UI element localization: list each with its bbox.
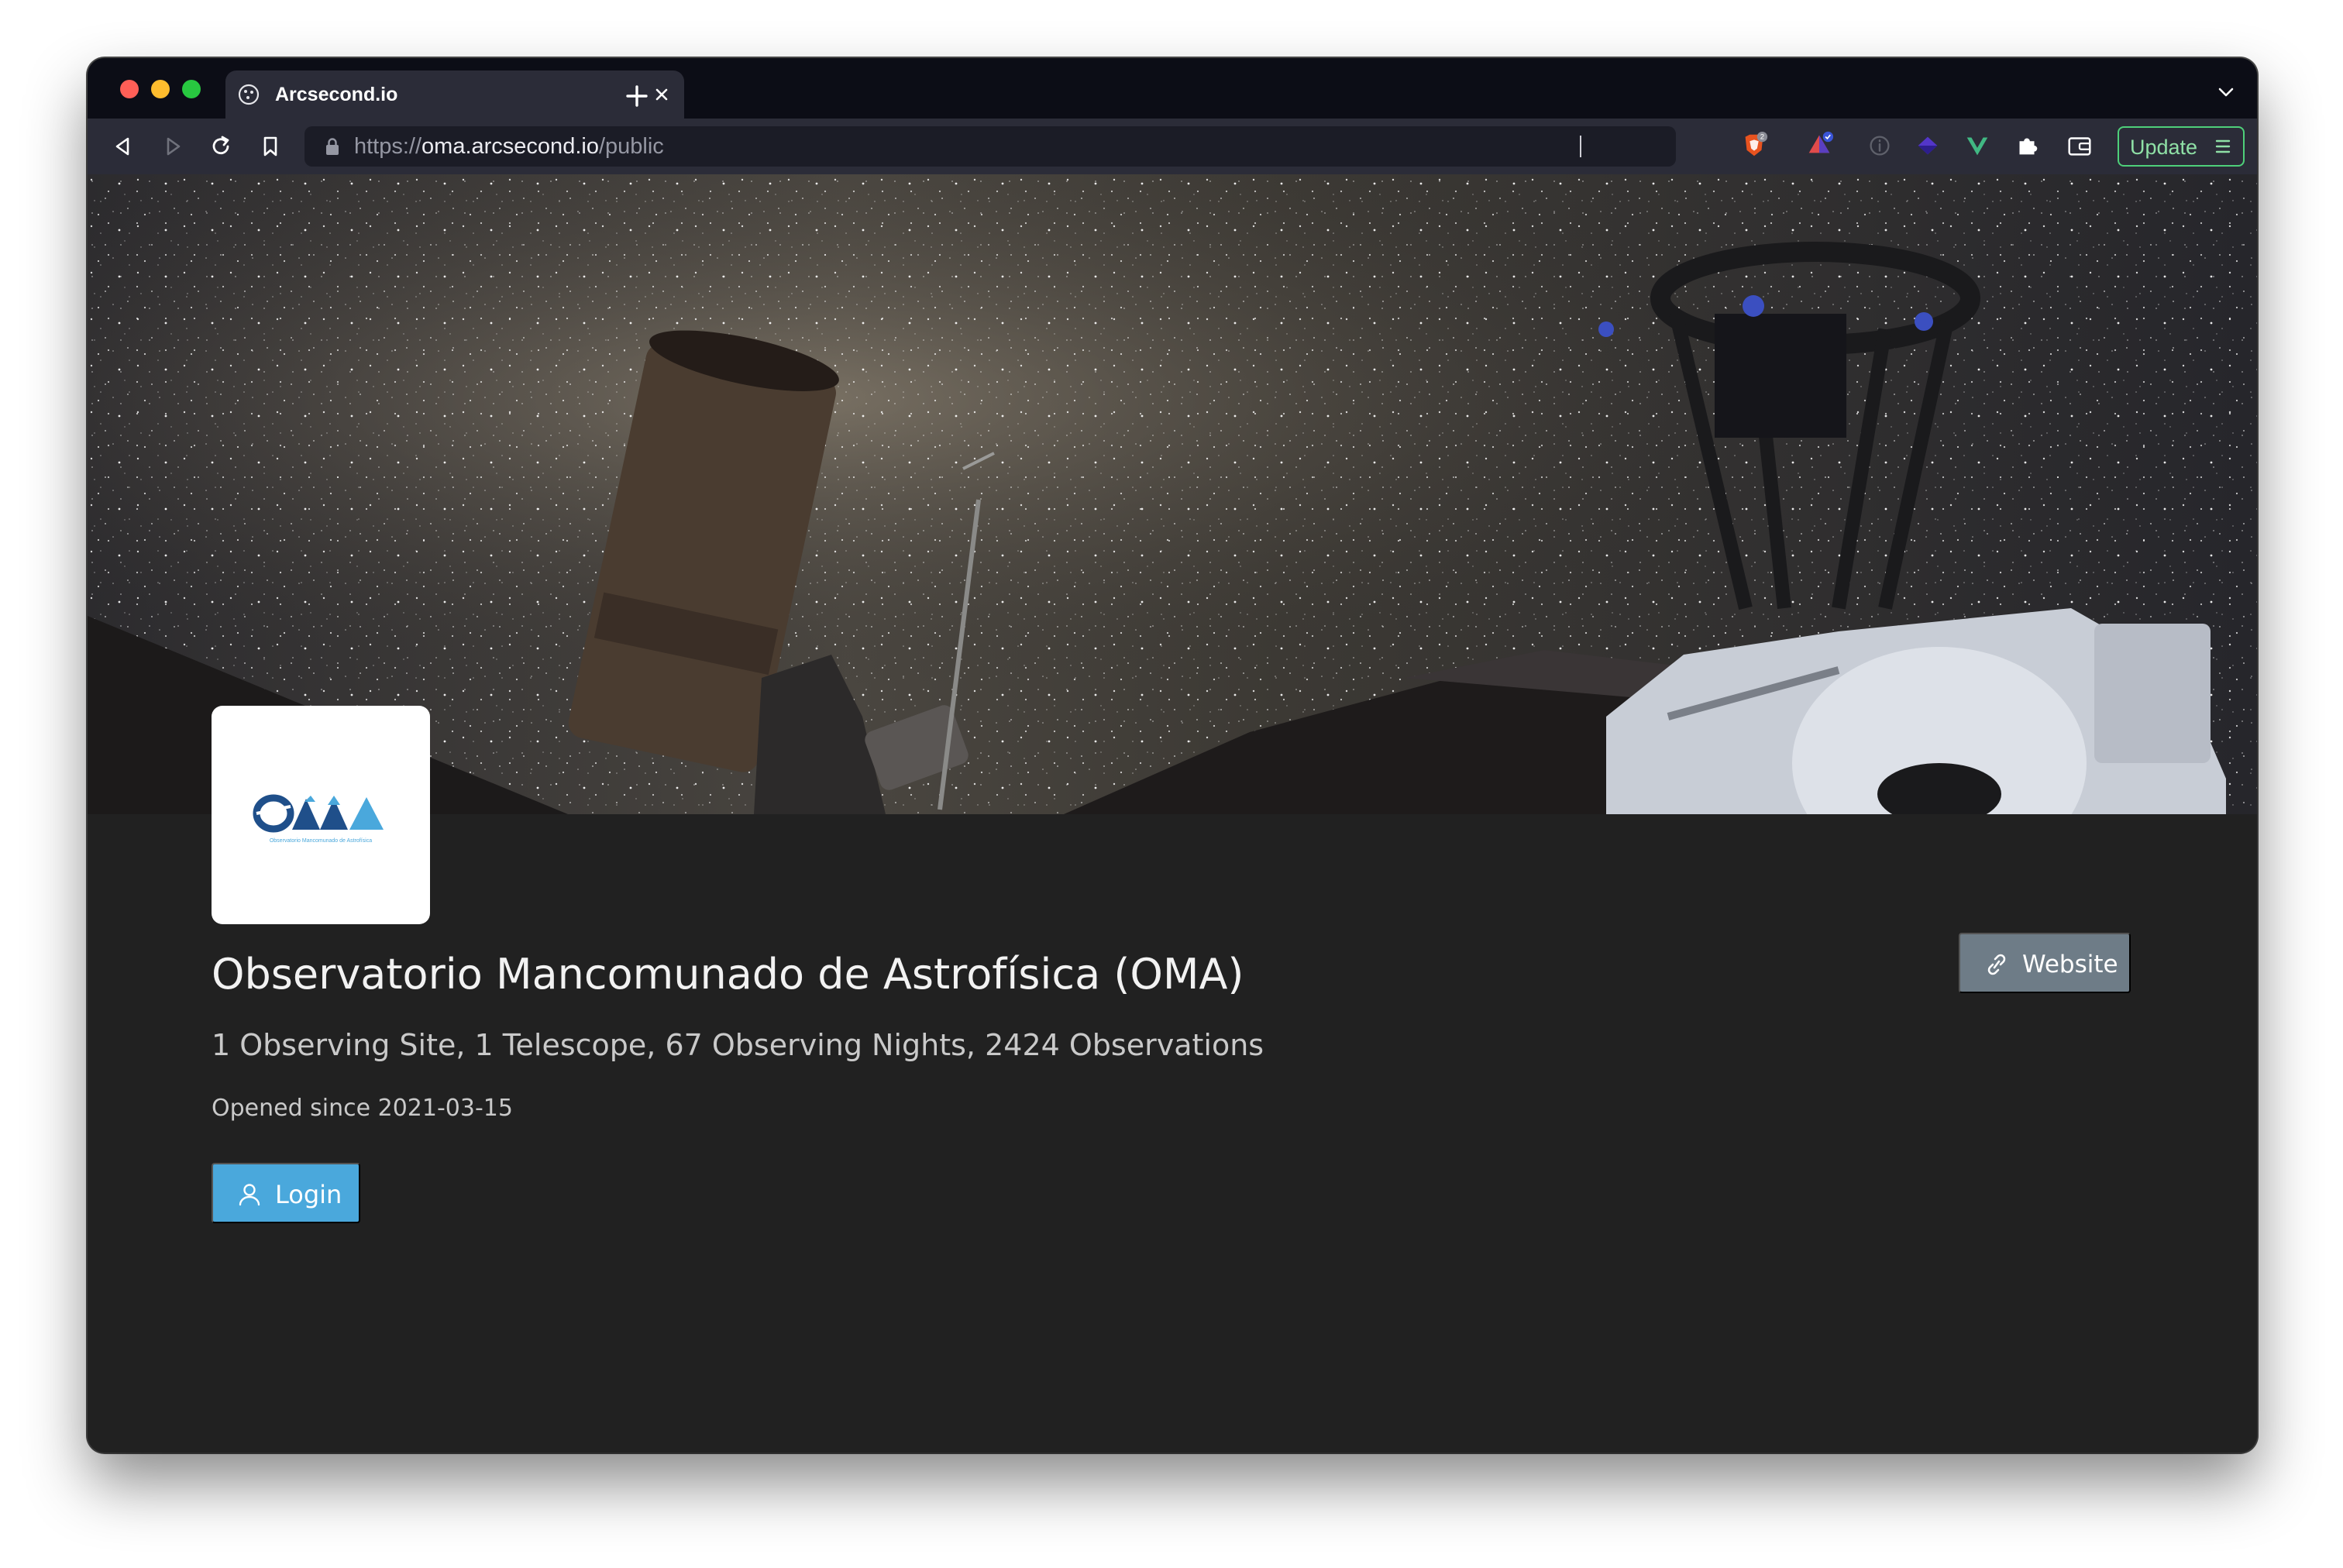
shields-badge: 2	[1760, 132, 1764, 141]
link-icon	[1987, 954, 2006, 975]
page-title: Observatorio Mancomunado de Astrofísica …	[212, 950, 1244, 999]
puzzle-extensions-icon[interactable]	[2012, 131, 2042, 160]
oma-logo-icon: Observatorio Mancomunado de Astrofísica	[253, 794, 384, 844]
window-minimize-button[interactable]	[151, 80, 170, 98]
window-maximize-button[interactable]	[182, 80, 201, 98]
page-content: Observatorio Mancomunado de Astrofísica …	[88, 174, 2257, 1453]
menu-icon	[2215, 139, 2231, 153]
window-close-button[interactable]	[120, 80, 139, 98]
organisation-stats: 1 Observing Site, 1 Telescope, 67 Observ…	[212, 1028, 1264, 1062]
user-icon	[239, 1184, 260, 1206]
back-icon[interactable]	[109, 132, 137, 160]
wallet-icon[interactable]	[2065, 131, 2094, 160]
url-divider	[1580, 136, 1581, 157]
address-bar[interactable]: https://oma.arcsecond.io/public 2	[304, 126, 1768, 167]
svg-text:Observatorio Mancomunado de As: Observatorio Mancomunado de Astrofísica	[270, 838, 372, 844]
login-button-label: Login	[275, 1180, 342, 1209]
url-scheme: https://	[354, 134, 422, 159]
opened-since: Opened since 2021-03-15	[212, 1095, 513, 1122]
chevron-down-icon[interactable]	[2215, 81, 2237, 103]
website-button-label: Website	[2022, 951, 2118, 978]
url-host: oma.arcsecond.io	[421, 134, 599, 159]
url-text: https://oma.arcsecond.io/public	[354, 134, 664, 159]
forward-icon[interactable]	[159, 132, 187, 160]
url-path: /public	[598, 134, 664, 159]
brave-rewards-icon[interactable]	[1805, 129, 1834, 159]
website-button[interactable]: Website	[1959, 933, 2131, 993]
update-button[interactable]: Update	[2118, 126, 2245, 167]
tab-strip: Arcsecond.io	[88, 58, 2257, 119]
browser-window: Arcsecond.io https://oma.arcsecond.io/pu…	[88, 58, 2257, 1453]
browser-toolbar: https://oma.arcsecond.io/public 2 Update	[88, 119, 2257, 174]
tab-title: Arcsecond.io	[275, 84, 398, 105]
bookmark-icon[interactable]	[256, 132, 284, 160]
login-button[interactable]: Login	[212, 1163, 360, 1223]
reload-icon[interactable]	[207, 132, 235, 160]
diamond-extension-icon[interactable]	[1913, 131, 1942, 160]
organisation-logo: Observatorio Mancomunado de Astrofísica	[212, 706, 430, 924]
brave-shields-icon[interactable]: 2	[1739, 131, 1769, 160]
lock-icon	[326, 138, 339, 155]
new-tab-icon[interactable]	[618, 77, 656, 115]
tab-arcsecond[interactable]: Arcsecond.io	[225, 70, 684, 119]
arcsecond-icon	[238, 84, 260, 105]
update-button-label: Update	[2130, 136, 2198, 159]
info-icon[interactable]	[1865, 131, 1894, 160]
vue-devtools-icon[interactable]	[1963, 131, 1992, 160]
